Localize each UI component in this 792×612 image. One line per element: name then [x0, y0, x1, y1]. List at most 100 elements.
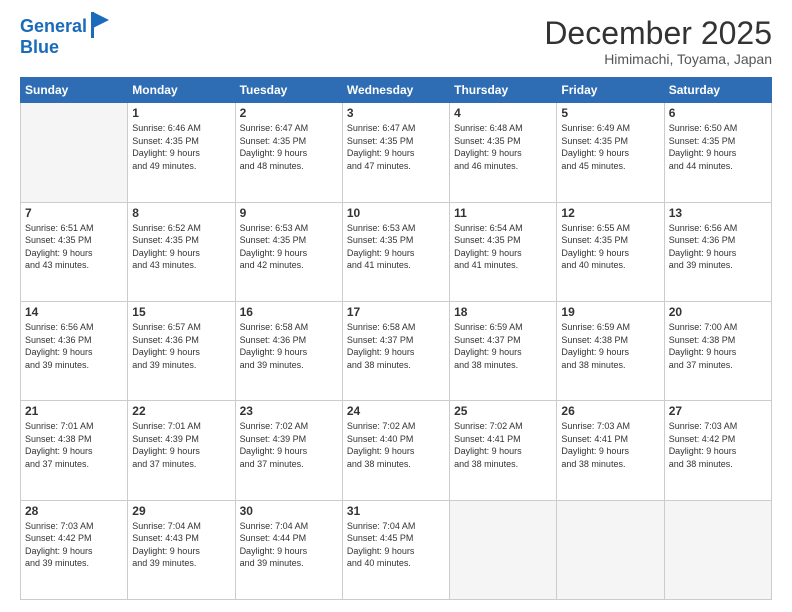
day-info: Sunrise: 7:02 AMSunset: 4:39 PMDaylight:… — [240, 420, 338, 470]
day-info: Sunrise: 7:02 AMSunset: 4:41 PMDaylight:… — [454, 420, 552, 470]
calendar-cell: 2Sunrise: 6:47 AMSunset: 4:35 PMDaylight… — [235, 103, 342, 202]
day-number: 2 — [240, 106, 338, 120]
day-number: 27 — [669, 404, 767, 418]
day-number: 25 — [454, 404, 552, 418]
calendar-cell: 15 Sunrise: 6:57 AMSunset: 4:36 PMDayligh… — [128, 301, 235, 400]
calendar-cell: 6Sunrise: 6:50 AMSunset: 4:35 PMDaylight… — [664, 103, 771, 202]
calendar-cell: 7 Sunrise: 6:51 AMSunset: 4:35 PMDaylight… — [21, 202, 128, 301]
calendar-cell: 28 Sunrise: 7:03 AMSunset: 4:42 PMDayligh… — [21, 500, 128, 599]
day-info: Sunrise: 6:53 AMSunset: 4:35 PMDaylight:… — [240, 222, 338, 272]
calendar-cell: 25 Sunrise: 7:02 AMSunset: 4:41 PMDayligh… — [450, 401, 557, 500]
day-number: 23 — [240, 404, 338, 418]
calendar-cell — [21, 103, 128, 202]
day-info: Sunrise: 6:52 AMSunset: 4:35 PMDaylight:… — [132, 222, 230, 272]
day-number: 16 — [240, 305, 338, 319]
day-number: 8 — [132, 206, 230, 220]
calendar-cell: 30 Sunrise: 7:04 AMSunset: 4:44 PMDayligh… — [235, 500, 342, 599]
calendar-cell — [450, 500, 557, 599]
logo-text-line1: General — [20, 17, 87, 37]
calendar-week-0: 1 Sunrise: 6:46 AMSunset: 4:35 PMDaylight… — [21, 103, 772, 202]
calendar-cell: 22 Sunrise: 7:01 AMSunset: 4:39 PMDayligh… — [128, 401, 235, 500]
title-block: December 2025 Himimachi, Toyama, Japan — [544, 16, 772, 67]
calendar-cell: 1 Sunrise: 6:46 AMSunset: 4:35 PMDaylight… — [128, 103, 235, 202]
day-number: 26 — [561, 404, 659, 418]
day-info: Sunrise: 6:56 AMSunset: 4:36 PMDaylight:… — [669, 222, 767, 272]
day-info: Sunrise: 6:59 AMSunset: 4:37 PMDaylight:… — [454, 321, 552, 371]
calendar-cell: 23 Sunrise: 7:02 AMSunset: 4:39 PMDayligh… — [235, 401, 342, 500]
day-number: 12 — [561, 206, 659, 220]
month-title: December 2025 — [544, 16, 772, 51]
day-number: 10 — [347, 206, 445, 220]
day-number: 14 — [25, 305, 123, 319]
day-info: Sunrise: 7:01 AMSunset: 4:39 PMDaylight:… — [132, 420, 230, 470]
day-info: Sunrise: 6:59 AMSunset: 4:38 PMDaylight:… — [561, 321, 659, 371]
calendar-cell: 31 Sunrise: 7:04 AMSunset: 4:45 PMDayligh… — [342, 500, 449, 599]
day-number: 15 — [132, 305, 230, 319]
calendar-header-row: SundayMondayTuesdayWednesdayThursdayFrid… — [21, 78, 772, 103]
calendar-cell: 27 Sunrise: 7:03 AMSunset: 4:42 PMDayligh… — [664, 401, 771, 500]
calendar-cell: 17Sunrise: 6:58 AMSunset: 4:37 PMDayligh… — [342, 301, 449, 400]
header: General Blue December 2025 Himimachi, To… — [20, 16, 772, 67]
calendar-cell: 13Sunrise: 6:56 AMSunset: 4:36 PMDayligh… — [664, 202, 771, 301]
day-number: 22 — [132, 404, 230, 418]
day-info: Sunrise: 7:03 AMSunset: 4:41 PMDaylight:… — [561, 420, 659, 470]
day-number: 4 — [454, 106, 552, 120]
day-number: 20 — [669, 305, 767, 319]
day-info: Sunrise: 7:04 AMSunset: 4:44 PMDaylight:… — [240, 520, 338, 570]
day-info: Sunrise: 7:04 AMSunset: 4:45 PMDaylight:… — [347, 520, 445, 570]
day-info: Sunrise: 7:04 AMSunset: 4:43 PMDaylight:… — [132, 520, 230, 570]
calendar-cell: 29 Sunrise: 7:04 AMSunset: 4:43 PMDayligh… — [128, 500, 235, 599]
day-info: Sunrise: 6:55 AMSunset: 4:35 PMDaylight:… — [561, 222, 659, 272]
calendar-week-2: 14 Sunrise: 6:56 AMSunset: 4:36 PMDayligh… — [21, 301, 772, 400]
day-number: 30 — [240, 504, 338, 518]
day-info: Sunrise: 6:57 AMSunset: 4:36 PMDaylight:… — [132, 321, 230, 371]
day-info: Sunrise: 7:02 AMSunset: 4:40 PMDaylight:… — [347, 420, 445, 470]
calendar-week-3: 21 Sunrise: 7:01 AMSunset: 4:38 PMDayligh… — [21, 401, 772, 500]
calendar-cell: 24 Sunrise: 7:02 AMSunset: 4:40 PMDayligh… — [342, 401, 449, 500]
day-info: Sunrise: 6:51 AMSunset: 4:35 PMDaylight:… — [25, 222, 123, 272]
calendar-cell: 3Sunrise: 6:47 AMSunset: 4:35 PMDaylight… — [342, 103, 449, 202]
day-header-wednesday: Wednesday — [342, 78, 449, 103]
day-number: 29 — [132, 504, 230, 518]
day-number: 18 — [454, 305, 552, 319]
calendar-cell: 19Sunrise: 6:59 AMSunset: 4:38 PMDayligh… — [557, 301, 664, 400]
day-info: Sunrise: 6:54 AMSunset: 4:35 PMDaylight:… — [454, 222, 552, 272]
calendar-cell: 16Sunrise: 6:58 AMSunset: 4:36 PMDayligh… — [235, 301, 342, 400]
calendar-cell: 14 Sunrise: 6:56 AMSunset: 4:36 PMDayligh… — [21, 301, 128, 400]
day-number: 6 — [669, 106, 767, 120]
logo: General Blue — [20, 16, 111, 58]
day-number: 1 — [132, 106, 230, 120]
day-number: 17 — [347, 305, 445, 319]
day-info: Sunrise: 6:48 AMSunset: 4:35 PMDaylight:… — [454, 122, 552, 172]
day-info: Sunrise: 7:01 AMSunset: 4:38 PMDaylight:… — [25, 420, 123, 470]
day-number: 3 — [347, 106, 445, 120]
day-header-friday: Friday — [557, 78, 664, 103]
calendar-cell: 18 Sunrise: 6:59 AMSunset: 4:37 PMDayligh… — [450, 301, 557, 400]
day-info: Sunrise: 7:03 AMSunset: 4:42 PMDaylight:… — [669, 420, 767, 470]
day-number: 21 — [25, 404, 123, 418]
calendar-cell: 4 Sunrise: 6:48 AMSunset: 4:35 PMDaylight… — [450, 103, 557, 202]
day-number: 28 — [25, 504, 123, 518]
calendar-cell — [557, 500, 664, 599]
day-number: 31 — [347, 504, 445, 518]
calendar-cell: 5Sunrise: 6:49 AMSunset: 4:35 PMDaylight… — [557, 103, 664, 202]
day-info: Sunrise: 7:00 AMSunset: 4:38 PMDaylight:… — [669, 321, 767, 371]
subtitle: Himimachi, Toyama, Japan — [544, 51, 772, 67]
day-number: 24 — [347, 404, 445, 418]
day-info: Sunrise: 6:46 AMSunset: 4:35 PMDaylight:… — [132, 122, 230, 172]
day-info: Sunrise: 6:56 AMSunset: 4:36 PMDaylight:… — [25, 321, 123, 371]
logo-icon — [89, 12, 111, 38]
day-info: Sunrise: 6:53 AMSunset: 4:35 PMDaylight:… — [347, 222, 445, 272]
calendar-cell: 8 Sunrise: 6:52 AMSunset: 4:35 PMDaylight… — [128, 202, 235, 301]
calendar-cell: 21 Sunrise: 7:01 AMSunset: 4:38 PMDayligh… — [21, 401, 128, 500]
calendar-cell: 11Sunrise: 6:54 AMSunset: 4:35 PMDayligh… — [450, 202, 557, 301]
day-header-tuesday: Tuesday — [235, 78, 342, 103]
day-info: Sunrise: 7:03 AMSunset: 4:42 PMDaylight:… — [25, 520, 123, 570]
day-info: Sunrise: 6:49 AMSunset: 4:35 PMDaylight:… — [561, 122, 659, 172]
day-number: 7 — [25, 206, 123, 220]
logo-text-line2: Blue — [20, 38, 59, 58]
calendar-cell: 12 Sunrise: 6:55 AMSunset: 4:35 PMDayligh… — [557, 202, 664, 301]
calendar-week-4: 28 Sunrise: 7:03 AMSunset: 4:42 PMDayligh… — [21, 500, 772, 599]
calendar-cell: 10 Sunrise: 6:53 AMSunset: 4:35 PMDayligh… — [342, 202, 449, 301]
day-number: 9 — [240, 206, 338, 220]
